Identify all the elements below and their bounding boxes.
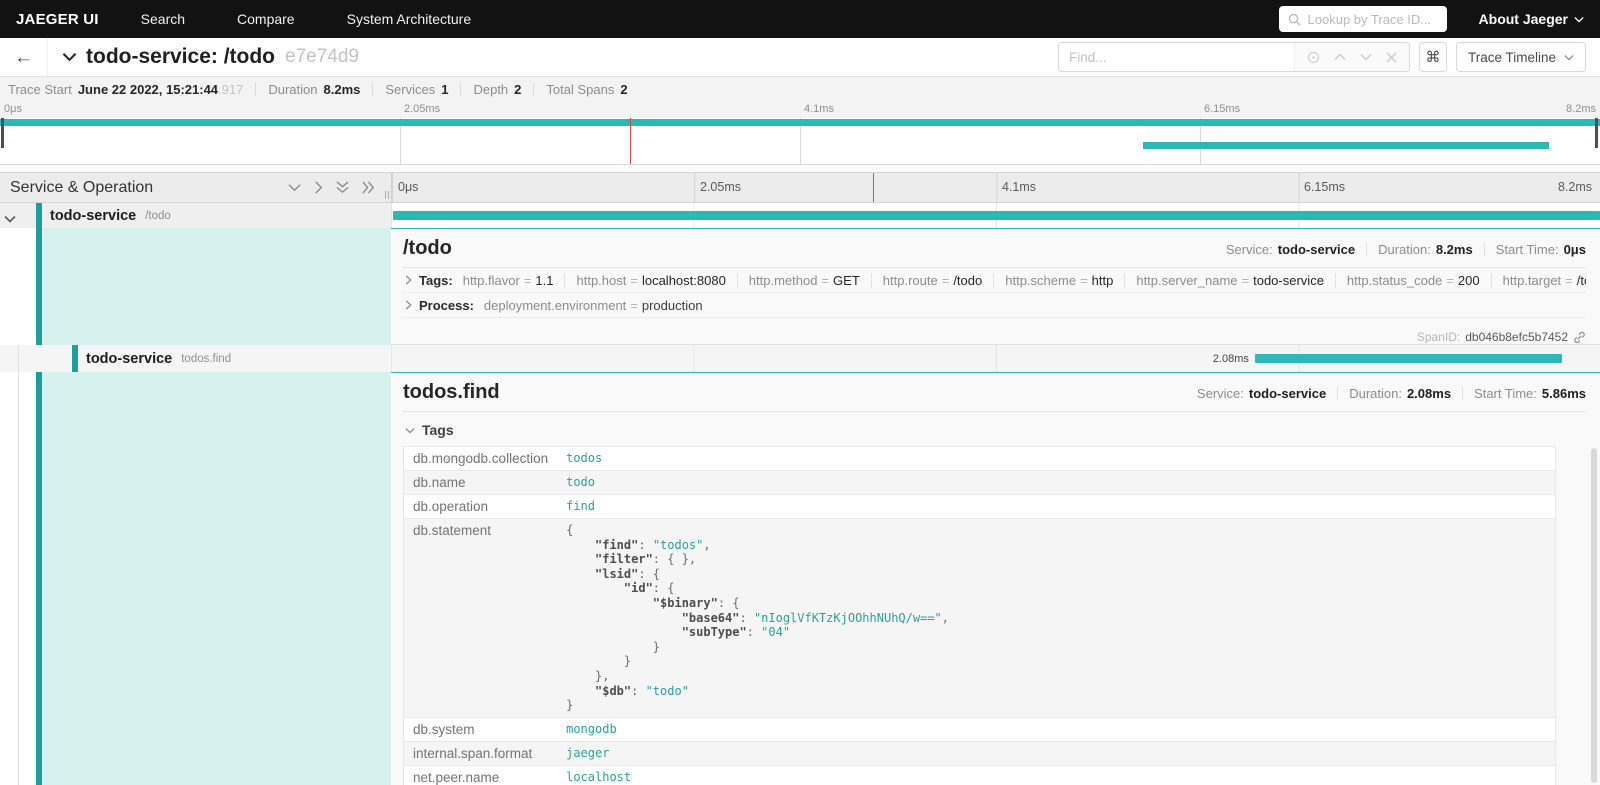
minimap-span-bar-root <box>0 119 1600 126</box>
trace-start: Trace Start June 22 2022, 15:21:44 .917 <box>8 82 243 97</box>
span-row-todo[interactable]: todo-service /todo <box>0 203 1600 228</box>
span-detail-todos-find: todos.find Service:todo-service Duration… <box>0 372 1600 785</box>
trace-id-input[interactable] <box>1308 12 1438 27</box>
trace-id-lookup[interactable] <box>1279 6 1447 32</box>
tag-pill: http.scheme=http <box>993 273 1124 288</box>
timeline-cursor-line <box>873 173 874 202</box>
tag-pill: http.status_code=200 <box>1335 273 1491 288</box>
tag-pill: http.flavor=1.1 <box>461 273 565 288</box>
deep-link-icon[interactable] <box>1573 331 1586 344</box>
tags-section-header[interactable]: Tags <box>403 412 1586 446</box>
span-row-todos-find[interactable]: todo-service todos.find 2.08ms <box>0 345 1600 372</box>
indent-guide <box>18 345 19 372</box>
span-detail-meta: Service:todo-service Duration:2.08ms Sta… <box>1197 386 1586 401</box>
trace-page-header: ← todo-service: /todo e7e74d9 ⌘ Trace Ti… <box>0 38 1600 77</box>
span-detail-title: todos.find <box>403 381 500 404</box>
expand-one-icon[interactable] <box>314 181 323 194</box>
chevron-right-icon <box>405 300 412 310</box>
tags-accordion[interactable]: Tags: http.flavor=1.1 http.host=localhos… <box>403 268 1586 293</box>
table-row: db.statement{ "find": "todos", "filter":… <box>404 519 1556 718</box>
tag-pill: http.server_name=todo-service <box>1124 273 1335 288</box>
minimap-cursor-line <box>630 118 631 164</box>
minimap-scrubber-left[interactable] <box>1 118 4 148</box>
span-tree-offset[interactable] <box>36 372 42 785</box>
minimap-scrubber-right[interactable] <box>1595 118 1598 148</box>
chevron-right-icon <box>405 275 412 285</box>
span-detail-title: /todo <box>403 237 452 260</box>
nav-search[interactable]: Search <box>141 11 185 27</box>
trace-summary-bar: Trace Start June 22 2022, 15:21:44 .917 … <box>0 77 1600 101</box>
table-row: internal.span.formatjaeger <box>404 741 1556 765</box>
tag-pill: http.route=/todo <box>871 273 993 288</box>
chevron-down-icon <box>1574 16 1584 23</box>
minimap-tick-labels: 0μs 2.05ms 4.1ms 6.15ms 8.2ms <box>0 101 1600 118</box>
table-row: db.systemmongodb <box>404 717 1556 741</box>
trace-minimap[interactable] <box>0 118 1600 165</box>
collapse-all-icon[interactable] <box>336 181 349 194</box>
tag-pill: http.host=localhost:8080 <box>564 273 736 288</box>
page-scrollbar-thumb[interactable] <box>1591 448 1597 783</box>
trace-title: todo-service: /todo <box>86 45 275 69</box>
timeline-header-row: Service & Operation 0μs 2.05ms 4.1ms 6.1… <box>0 172 1600 203</box>
find-clear-icon[interactable] <box>1386 52 1397 63</box>
chevron-down-icon <box>1564 54 1574 61</box>
table-row: db.nametodo <box>404 471 1556 495</box>
span-color-accent <box>36 203 42 228</box>
back-button[interactable]: ← <box>0 38 48 76</box>
top-nav: JAEGER UI Search Compare System Architec… <box>0 0 1600 38</box>
search-icon <box>1288 13 1301 26</box>
match-scope-icon[interactable] <box>1307 51 1320 64</box>
timeline-ruler: 0μs 2.05ms 4.1ms 6.15ms 8.2ms <box>391 173 1600 202</box>
table-row: db.mongodb.collectiontodos <box>404 447 1556 471</box>
service-operation-header: Service & Operation <box>10 179 288 197</box>
find-prev-icon[interactable] <box>1334 53 1346 61</box>
trace-id-short: e7e74d9 <box>285 46 359 68</box>
minimap-span-bar-child <box>1143 142 1549 149</box>
chevron-down-icon <box>405 427 415 434</box>
span-duration-label: 2.08ms <box>1187 353 1249 365</box>
back-arrow-icon: ← <box>14 47 33 68</box>
db-statement-json: { "find": "todos", "filter": { }, "lsid"… <box>566 523 1546 713</box>
span-tree-offset[interactable] <box>36 228 42 345</box>
process-accordion[interactable]: Process: deployment.environment=producti… <box>403 293 1586 318</box>
keyboard-shortcuts-button[interactable]: ⌘ <box>1419 42 1447 72</box>
column-resizer-grip[interactable] <box>385 191 389 199</box>
table-row: net.peer.namelocalhost <box>404 765 1556 785</box>
span-color-accent <box>72 345 78 372</box>
indent-guide <box>18 372 19 785</box>
nav-compare[interactable]: Compare <box>237 11 295 27</box>
tag-pill: http.method=GET <box>737 273 871 288</box>
about-jaeger-menu[interactable]: About Jaeger <box>1479 11 1584 27</box>
span-detail-meta: Service:todo-service Duration:8.2ms Star… <box>1226 242 1586 257</box>
span-detail-todo: /todo Service:todo-service Duration:8.2m… <box>0 228 1600 345</box>
find-input[interactable] <box>1059 50 1294 65</box>
jaeger-trace-page: JAEGER UI Search Compare System Architec… <box>0 0 1600 785</box>
tags-key-value-table: db.mongodb.collectiontodos db.nametodo d… <box>403 446 1556 785</box>
expand-all-icon[interactable] <box>362 181 375 194</box>
app-logo[interactable]: JAEGER UI <box>16 11 99 28</box>
table-row: db.operationfind <box>404 495 1556 519</box>
collapse-children-icon[interactable] <box>4 210 16 228</box>
span-bar-todos-find[interactable] <box>1255 354 1562 363</box>
find-bar <box>1058 42 1410 72</box>
find-next-icon[interactable] <box>1360 53 1372 61</box>
tag-pill: http.target=/todo <box>1491 273 1586 288</box>
command-icon: ⌘ <box>1425 48 1440 66</box>
span-id-row: SpanID: db046b8efc5b7452 <box>403 330 1586 344</box>
collapse-one-icon[interactable] <box>288 183 301 192</box>
trace-duration: Duration 8.2ms <box>268 82 360 97</box>
nav-system-architecture[interactable]: System Architecture <box>347 11 472 27</box>
trace-depth: Depth 2 <box>473 82 521 97</box>
process-pill: deployment.environment=production <box>482 298 714 313</box>
span-bar-todo[interactable] <box>393 211 1600 220</box>
trace-total-spans: Total Spans 2 <box>546 82 627 97</box>
trace-title-chevron-icon[interactable] <box>62 52 77 62</box>
trace-view-selector[interactable]: Trace Timeline <box>1456 42 1586 72</box>
trace-services: Services 1 <box>385 82 448 97</box>
